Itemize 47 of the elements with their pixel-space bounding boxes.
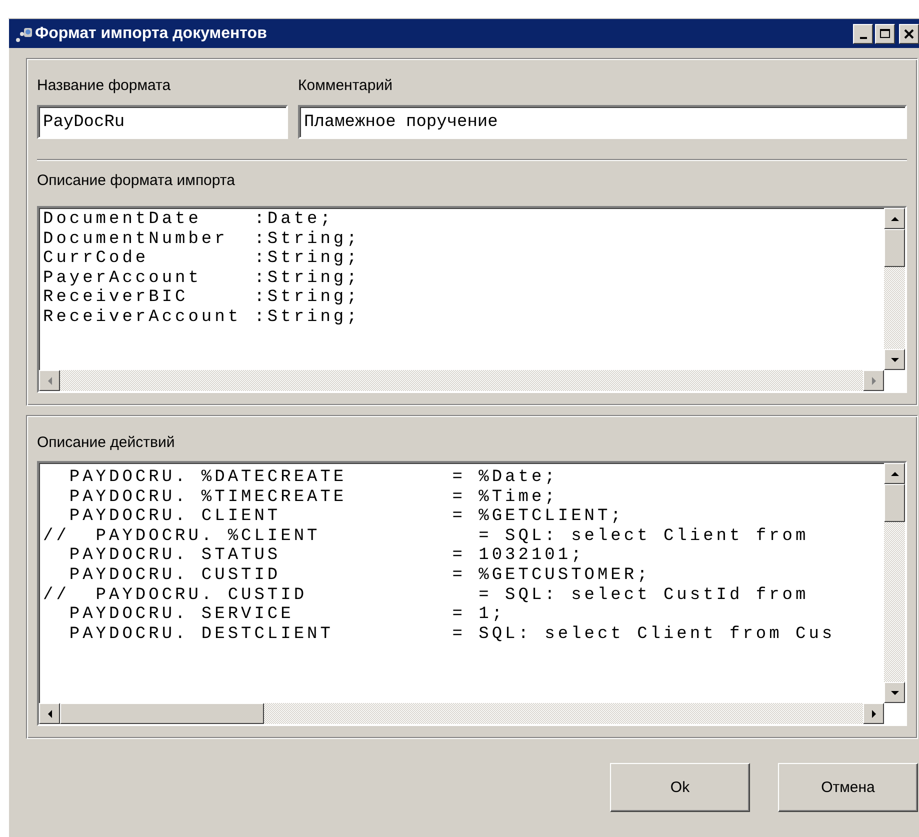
close-icon [904,28,914,38]
comment-field[interactable]: Пламежное поручение [298,105,907,139]
code-line: PAYDOCRU. %TIMECREATE = %Time; [68,488,558,508]
scroll-up-button[interactable] [884,463,905,484]
code-line: PAYDOCRU. CUSTID = %GETCUSTOMER; [68,566,650,586]
scroll-thumb[interactable] [60,703,264,724]
code-line: ReceiverAccount :String; [43,308,360,328]
horizontal-scrollbar[interactable] [39,703,884,724]
code-line: DocumentDate :Date; [43,210,334,230]
window-title: Формат импорта документов [35,24,268,42]
section-label: Описание формата импорта [37,172,235,189]
horizontal-scrollbar[interactable] [39,370,884,391]
minimize-icon [860,36,866,38]
code-line: ReceiverBIC :String; [43,288,360,308]
close-button[interactable] [899,24,919,44]
vertical-scrollbar[interactable] [884,208,905,370]
code-line: PAYDOCRU. STATUS = 1032101; [68,546,584,566]
vertical-scrollbar[interactable] [884,463,905,703]
field-label: Комментарий [298,77,392,94]
dialog-button[interactable]: Отмена [778,763,918,812]
scroll-thumb[interactable] [884,484,905,522]
code-editor[interactable] [37,461,907,726]
code-line: PAYDOCRU. %DATECREATE = %Date; [68,468,558,488]
code-line: PAYDOCRU. CLIENT = %GETCLIENT; [68,507,624,527]
code-line: CurrCode :String; [43,249,360,269]
dialog-button[interactable]: Ok [610,763,750,812]
code-line: DocumentNumber :String; [43,230,360,250]
scroll-down-button[interactable] [884,682,905,703]
format-name-field[interactable]: PayDocRu [37,105,288,139]
code-line: // PAYDOCRU. CUSTID = SQL: select CustId from [43,586,809,606]
code-line: PAYDOCRU. DESTCLIENT = SQL: select Client from Cus [68,624,836,644]
scroll-down-button[interactable] [884,349,905,370]
scroll-up-button[interactable] [884,208,905,229]
code-editor[interactable]: DocumentDate :Date; DocumentNumber :String; CurrCode :String; PayerAccount :String; ReceiverBIC :String; ReceiverAccount :String; [37,206,907,393]
code-line: // PAYDOCRU. %CLIENT = SQL: select Client from [43,526,809,546]
scroll-thumb[interactable] [884,229,905,267]
scroll-left-button[interactable] [39,370,60,391]
scroll-right-button[interactable] [863,370,884,391]
maximize-icon [880,28,890,38]
code-line: PAYDOCRU. SERVICE = 1; [68,605,506,625]
code-line: PayerAccount :String; [43,268,360,288]
section-label: Описание действий [37,434,175,451]
field-label: Название формата [37,77,171,94]
maximize-button[interactable] [875,24,895,44]
scroll-right-button[interactable] [863,703,884,724]
minimize-button[interactable] [853,24,873,44]
scroll-left-button[interactable] [39,703,60,724]
